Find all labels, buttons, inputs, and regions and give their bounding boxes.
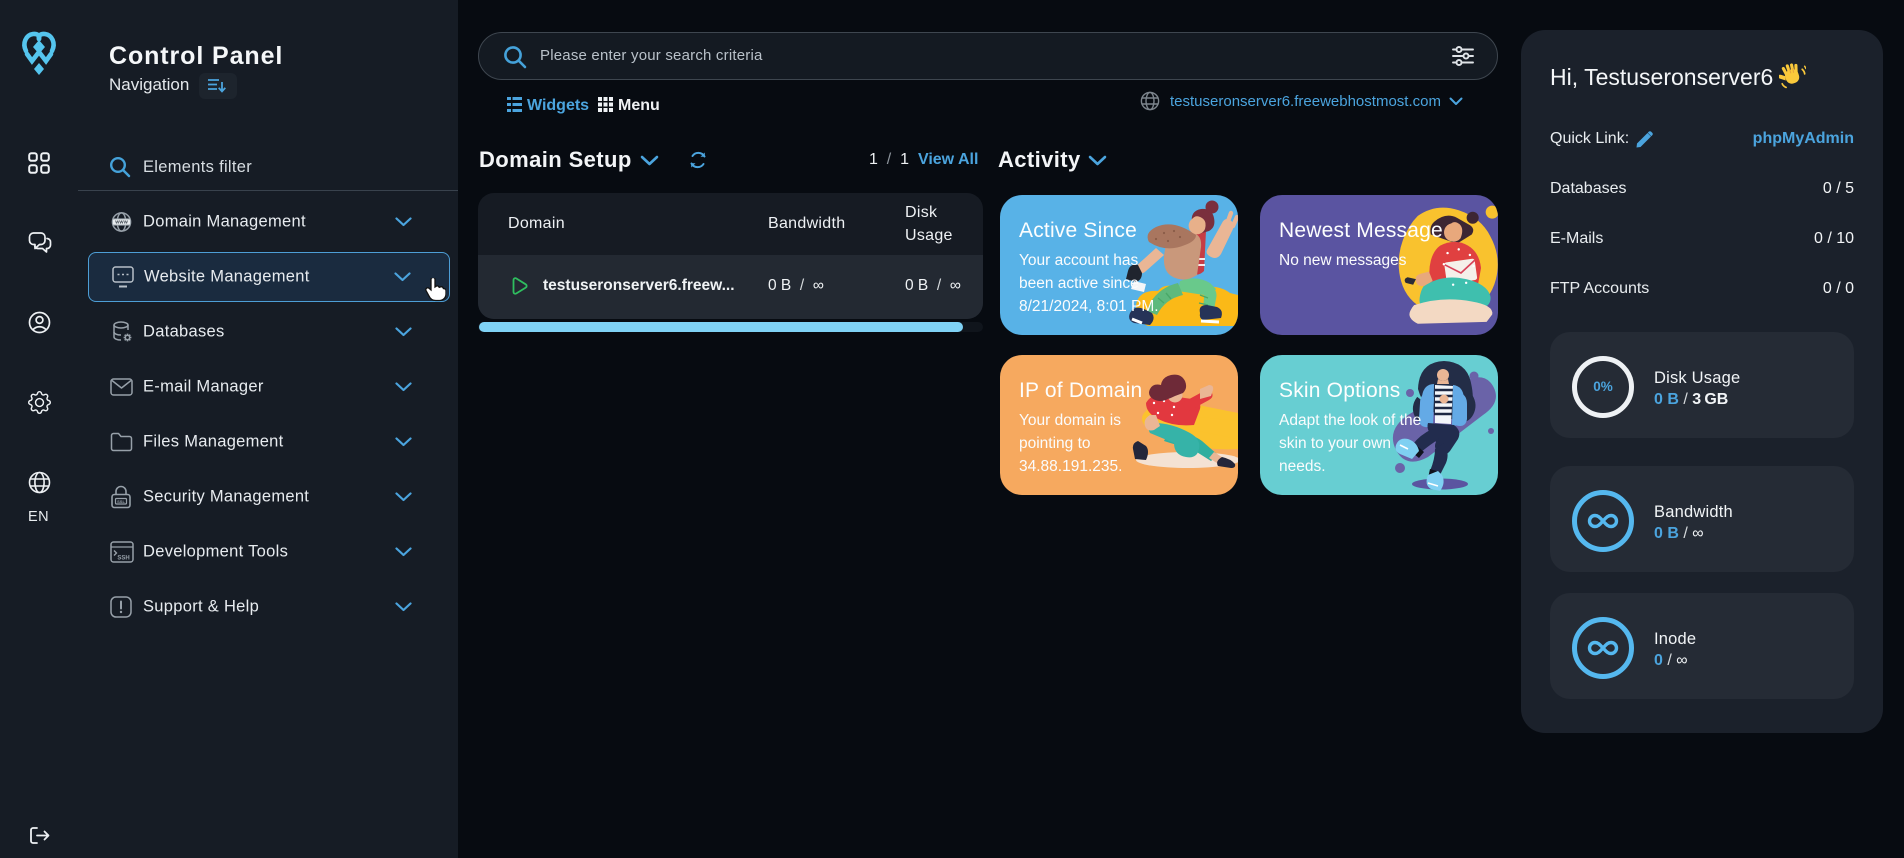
svg-text:WWW: WWW — [115, 220, 128, 225]
svg-text:SSH: SSH — [117, 556, 129, 562]
svg-text:SSL: SSL — [117, 499, 125, 504]
